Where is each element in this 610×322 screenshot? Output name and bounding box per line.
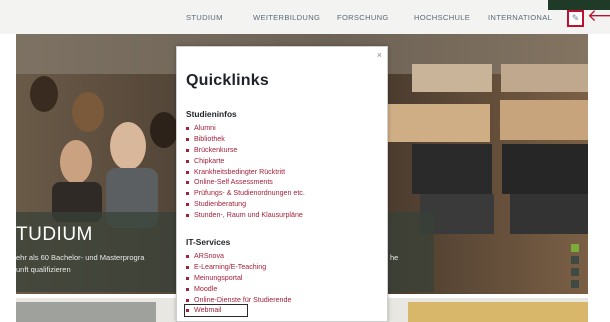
bullet-icon (186, 181, 189, 185)
quicklinks-section-heading: IT-Services (186, 237, 231, 247)
quicklink-label[interactable]: Meinungsportal (194, 273, 243, 284)
quicklink-item[interactable]: Online-Self Assessments (186, 177, 305, 188)
quicklink-label[interactable]: Online-Dienste für Studierende (194, 295, 291, 306)
quicklink-label[interactable]: ARSnova (194, 251, 224, 262)
slide-dot[interactable] (571, 256, 579, 264)
link-icon: ✎ (571, 13, 580, 23)
quicklinks-link-list: ARSnova E-Learning/E-Teaching Meinungsport… (184, 251, 291, 318)
top-navigation-bar: STUDIUM WEITERBILDUNG FORSCHUNG HOCHSCHULE I… (0, 0, 610, 34)
quicklinks-toggle-button[interactable]: ✎ (567, 10, 584, 27)
slide-dot[interactable] (571, 244, 579, 252)
bullet-icon (186, 254, 189, 258)
slide-dot[interactable] (571, 268, 579, 276)
bullet-icon (186, 309, 189, 313)
quicklink-item[interactable]: Chipkarte (186, 156, 305, 167)
quicklink-item[interactable]: Prüfungs- & Studienordnungen etc. (186, 188, 305, 199)
quicklink-label[interactable]: Chipkarte (194, 156, 224, 167)
quicklink-label[interactable]: Brückenkurse (194, 145, 237, 156)
quicklink-item[interactable]: E-Learning/E-Teaching (186, 262, 291, 273)
bullet-icon (186, 298, 189, 302)
quicklink-label[interactable]: Webmail (194, 305, 221, 316)
quicklink-label[interactable]: Bibliothek (194, 134, 225, 145)
bullet-icon (186, 170, 189, 174)
slide-dot[interactable] (571, 280, 579, 288)
bullet-icon (186, 148, 189, 152)
hero-caption-line-2: unft qualifizieren (16, 265, 71, 274)
hero-title: TUDIUM (16, 224, 93, 245)
quicklink-item[interactable]: Krankheitsbedingter Rücktritt (186, 167, 305, 178)
quicklink-label[interactable]: Alumni (194, 123, 216, 134)
arrow-left-icon: 🡐 (587, 6, 610, 25)
teaser-image (16, 302, 156, 322)
quicklinks-section-heading: Studieninfos (186, 109, 237, 119)
slide-indicator (571, 244, 579, 292)
quicklink-item[interactable]: Webmail (184, 304, 248, 318)
quicklink-item[interactable]: Brückenkurse (186, 145, 305, 156)
quicklink-label[interactable]: Studienberatung (194, 199, 246, 210)
hero-caption-fragment: he (390, 253, 399, 262)
nav-item-studium[interactable]: STUDIUM (186, 13, 223, 22)
close-icon[interactable]: × (377, 50, 382, 60)
bullet-icon (186, 276, 189, 280)
bullet-icon (186, 159, 189, 163)
quicklink-label[interactable]: Prüfungs- & Studienordnungen etc. (194, 188, 305, 199)
bullet-icon (186, 126, 189, 130)
bullet-icon (186, 214, 189, 218)
hero-caption-line-1: ehr als 60 Bachelor- und Masterprogra (16, 253, 145, 262)
quicklink-item[interactable]: ARSnova (186, 251, 291, 262)
bullet-icon (186, 203, 189, 207)
quicklink-item[interactable]: Studienberatung (186, 199, 305, 210)
nav-item-forschung[interactable]: FORSCHUNG (337, 13, 389, 22)
quicklink-item[interactable]: Online-Dienste für Studierende (186, 295, 291, 306)
quicklink-label[interactable]: Moodle (194, 284, 217, 295)
quicklink-label[interactable]: Krankheitsbedingter Rücktritt (194, 167, 285, 178)
nav-item-weiterbildung[interactable]: WEITERBILDUNG (253, 13, 320, 22)
nav-item-international[interactable]: INTERNATIONAL (488, 13, 552, 22)
bullet-icon (186, 192, 189, 196)
quicklink-label[interactable]: Stunden-, Raum und Klausurpläne (194, 210, 303, 221)
nav-item-hochschule[interactable]: HOCHSCHULE (414, 13, 470, 22)
bullet-icon (186, 287, 189, 291)
quicklinks-link-list: Alumni Bibliothek Brückenkurse Chipkarte Kra… (186, 123, 305, 221)
quicklink-item[interactable]: Stunden-, Raum und Klausurpläne (186, 210, 305, 221)
bullet-icon (186, 265, 189, 269)
quicklink-item[interactable]: Meinungsportal (186, 273, 291, 284)
quicklink-item[interactable]: Bibliothek (186, 134, 305, 145)
quicklinks-title: Quicklinks (186, 72, 269, 89)
quicklinks-popup: × Quicklinks Studieninfos Alumni Bibliothe… (176, 46, 388, 322)
quicklink-label[interactable]: Online-Self Assessments (194, 177, 273, 188)
quicklink-item[interactable]: Moodle (186, 284, 291, 295)
bullet-icon (186, 137, 189, 141)
teaser-box (408, 302, 588, 322)
quicklink-item[interactable]: Alumni (186, 123, 305, 134)
quicklink-label[interactable]: E-Learning/E-Teaching (194, 262, 266, 273)
